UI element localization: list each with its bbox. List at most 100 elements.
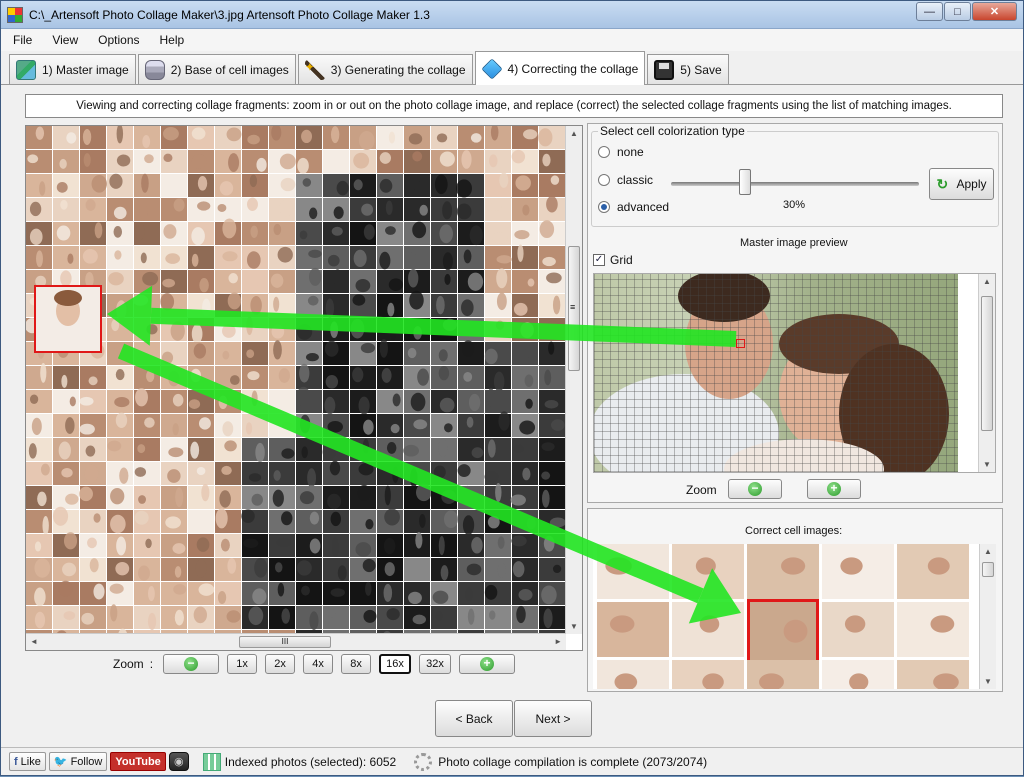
preview-selected-cell xyxy=(736,339,745,348)
radio-advanced[interactable]: advanced xyxy=(598,200,669,214)
preview-grid-overlay xyxy=(594,274,958,472)
tab-label: 2) Base of cell images xyxy=(171,63,289,77)
radio-dot xyxy=(598,201,610,213)
scroll-right-arrow-icon[interactable]: ► xyxy=(554,637,562,646)
cell-image-thumbnail[interactable] xyxy=(822,660,894,689)
checkbox-check-icon: ✓ xyxy=(593,254,605,266)
cell-image-thumbnail[interactable] xyxy=(747,660,819,689)
window-title: C:\_Artensoft Photo Collage Maker\3.jpg … xyxy=(29,8,430,22)
preview-scroll-thumb[interactable] xyxy=(981,296,993,431)
instagram-icon[interactable]: ◉ xyxy=(169,752,189,771)
menu-file[interactable]: File xyxy=(13,33,32,47)
preview-zoom-out-button[interactable]: − xyxy=(728,479,782,499)
collage-horizontal-scroll-thumb[interactable]: III xyxy=(239,636,331,648)
cell-image-thumbnail[interactable] xyxy=(822,602,894,657)
colorization-value: 30% xyxy=(783,199,805,211)
cell-image-thumbnail[interactable] xyxy=(822,544,894,599)
youtube-button[interactable]: YouTube xyxy=(110,752,165,771)
zoom-out-button[interactable]: − xyxy=(163,654,219,674)
scroll-up-arrow-icon[interactable]: ▲ xyxy=(983,277,991,286)
facebook-icon: f xyxy=(14,756,18,768)
tab-master-image[interactable]: 1) Master image xyxy=(9,54,136,84)
twitter-icon: 🐦 xyxy=(54,755,68,768)
preview-zoom-in-button[interactable]: + xyxy=(807,479,861,499)
cell-image-thumbnail[interactable] xyxy=(672,544,744,599)
cube-icon xyxy=(481,58,502,79)
cell-image-thumbnail[interactable] xyxy=(897,660,969,689)
radio-dot xyxy=(598,146,610,158)
tab-label: 4) Correcting the collage xyxy=(508,62,639,76)
minimize-button[interactable]: — xyxy=(916,2,943,21)
like-label: Like xyxy=(21,756,41,768)
radio-none[interactable]: none xyxy=(598,145,644,159)
radio-label: classic xyxy=(617,173,653,187)
magic-wand-icon xyxy=(305,60,325,80)
cell-image-list[interactable]: ▲ ▼ xyxy=(593,544,996,689)
zoom-4x-button[interactable]: 4x xyxy=(303,654,333,674)
collage-mosaic[interactable] xyxy=(26,126,566,634)
tab-correcting-the-collage[interactable]: 4) Correcting the collage xyxy=(475,51,646,85)
zoom-8x-button[interactable]: 8x xyxy=(341,654,371,674)
zoom-in-button[interactable]: + xyxy=(459,654,515,674)
cell-image-thumbnail[interactable] xyxy=(597,544,669,599)
floppy-disk-icon xyxy=(654,60,674,80)
zoom-32x-button[interactable]: 32x xyxy=(419,654,451,674)
collage-zoom-bar: Zoom : − 1x 2x 4x 8x 16x 32x + xyxy=(113,654,523,674)
scroll-down-arrow-icon[interactable]: ▼ xyxy=(984,677,992,686)
collage-horizontal-scrollbar[interactable]: ◄ III ► xyxy=(26,633,566,650)
master-image-icon xyxy=(16,60,36,80)
colorization-slider-thumb[interactable] xyxy=(739,169,751,195)
tab-generating-the-collage[interactable]: 3) Generating the collage xyxy=(298,54,473,84)
maximize-button[interactable]: □ xyxy=(944,2,971,21)
zoom-16x-button[interactable]: 16x xyxy=(379,654,411,674)
cell-image-thumbnail[interactable] xyxy=(897,544,969,599)
spinner-icon xyxy=(414,753,432,771)
app-window: C:\_Artensoft Photo Collage Maker\3.jpg … xyxy=(0,0,1024,776)
zoom-colon: : xyxy=(150,657,153,671)
cell-list-scrollbar[interactable]: ▲ ▼ xyxy=(979,544,996,689)
radio-classic[interactable]: classic xyxy=(598,173,653,187)
scroll-down-arrow-icon[interactable]: ▼ xyxy=(570,622,578,631)
zoom-1x-button[interactable]: 1x xyxy=(227,654,257,674)
cell-image-thumbnail[interactable] xyxy=(672,660,744,689)
tab-base-of-cell-images[interactable]: 2) Base of cell images xyxy=(138,54,296,84)
collage-viewer[interactable]: ▲ ≡ ▼ ◄ III ► xyxy=(25,125,583,651)
zoom-label: Zoom xyxy=(113,657,144,671)
menu-bar: File View Options Help xyxy=(1,29,1023,51)
apply-button[interactable]: ↻ Apply xyxy=(929,168,994,200)
scroll-down-arrow-icon[interactable]: ▼ xyxy=(983,460,991,469)
zoom-2x-button[interactable]: 2x xyxy=(265,654,295,674)
master-image-preview[interactable]: ▲ ▼ xyxy=(593,273,996,473)
collage-vertical-scroll-thumb[interactable]: ≡ xyxy=(568,246,580,371)
cell-list-scroll-thumb[interactable] xyxy=(982,562,994,577)
facebook-like-button[interactable]: fLike xyxy=(9,752,46,771)
tab-label: 5) Save xyxy=(680,63,721,77)
minus-icon: − xyxy=(748,482,762,496)
close-button[interactable]: ✕ xyxy=(972,2,1017,21)
status-bar: fLike 🐦Follow YouTube ◉ Indexed photos (… xyxy=(1,747,1023,775)
cell-image-thumbnail[interactable] xyxy=(597,602,669,657)
colorization-title: Select cell colorization type xyxy=(598,124,747,138)
next-button[interactable]: Next > xyxy=(514,700,592,737)
plus-icon: + xyxy=(827,482,841,496)
minus-icon: − xyxy=(184,657,198,671)
scroll-up-arrow-icon[interactable]: ▲ xyxy=(984,547,992,556)
tab-save[interactable]: 5) Save xyxy=(647,54,728,84)
menu-help[interactable]: Help xyxy=(160,33,185,47)
cell-image-thumbnail[interactable] xyxy=(672,602,744,657)
cell-image-thumbnail[interactable] xyxy=(897,602,969,657)
grid-checkbox[interactable]: ✓ Grid xyxy=(593,253,633,267)
preview-scrollbar[interactable]: ▲ ▼ xyxy=(978,274,995,472)
cell-image-thumbnail[interactable] xyxy=(597,660,669,689)
scroll-left-arrow-icon[interactable]: ◄ xyxy=(30,637,38,646)
collage-vertical-scrollbar[interactable]: ▲ ≡ ▼ xyxy=(565,126,582,634)
database-icon xyxy=(145,60,165,80)
menu-options[interactable]: Options xyxy=(98,33,139,47)
menu-view[interactable]: View xyxy=(52,33,78,47)
scroll-up-arrow-icon[interactable]: ▲ xyxy=(570,129,578,138)
back-button[interactable]: < Back xyxy=(435,700,513,737)
colorization-slider[interactable] xyxy=(671,182,919,186)
cell-image-thumbnail[interactable] xyxy=(747,544,819,599)
twitter-follow-button[interactable]: 🐦Follow xyxy=(49,752,108,771)
grid-label: Grid xyxy=(610,253,633,267)
